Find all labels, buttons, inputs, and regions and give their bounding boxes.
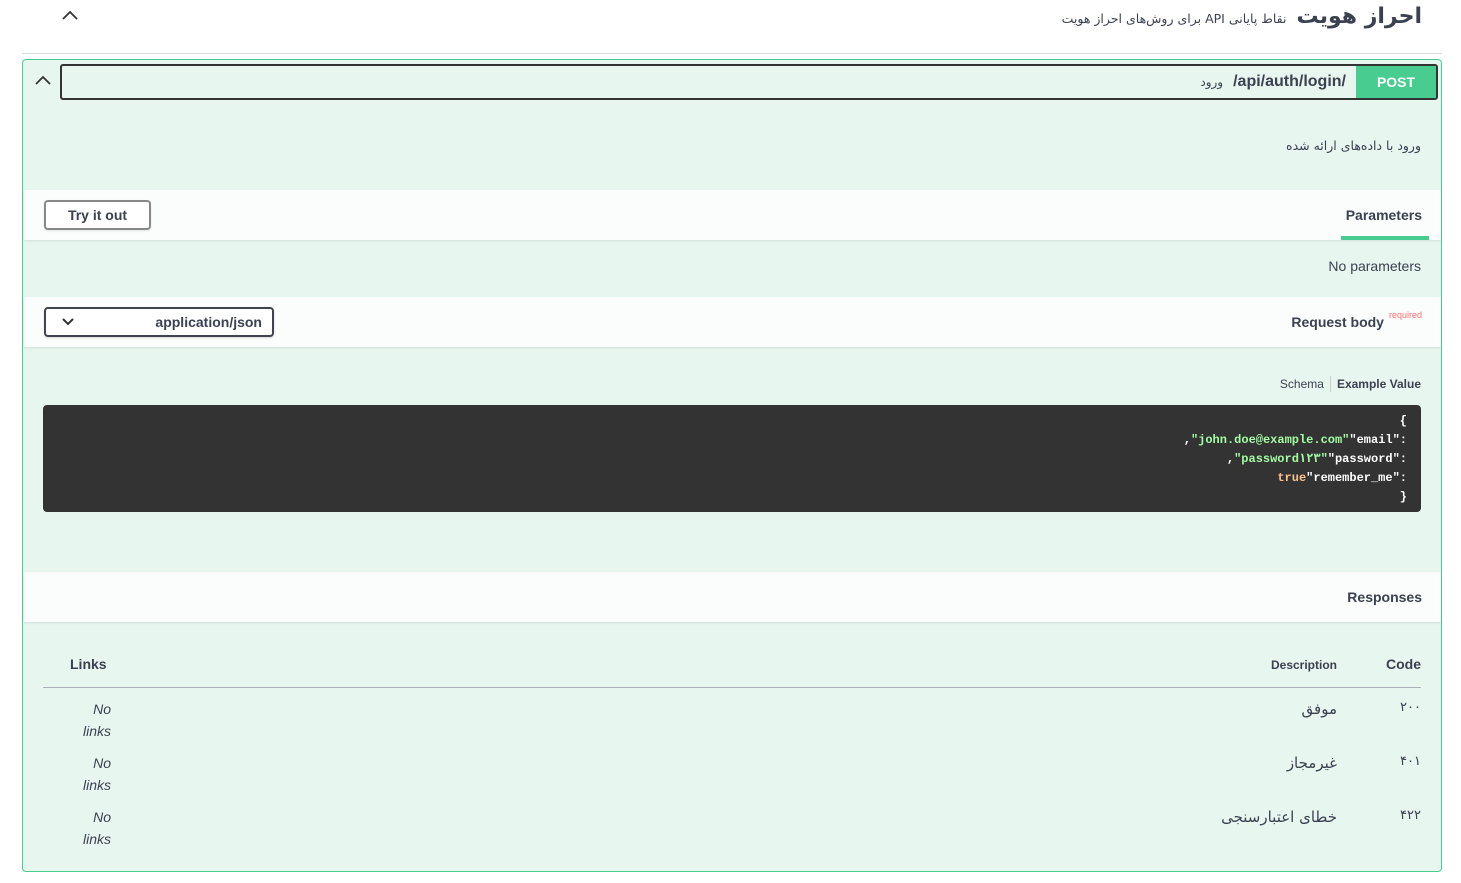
tab-parameters[interactable]: Parameters <box>1346 207 1422 223</box>
try-it-out-button[interactable]: Try it out <box>44 200 151 230</box>
response-description: موفق <box>1301 700 1337 718</box>
code-line: { <box>1399 414 1407 428</box>
tag-collapse-button[interactable] <box>50 4 90 28</box>
operation-description: ورود با داده‌های ارائه شده <box>1286 138 1421 153</box>
response-code: ۴۲۲ <box>1400 808 1421 823</box>
chevron-down-icon <box>62 318 74 326</box>
response-code: ۲۰۰ <box>1400 700 1421 715</box>
parameters-header: Try it out Parameters <box>24 190 1441 240</box>
request-body-title: Request body required <box>1291 310 1422 330</box>
header-description: Description <box>1270 658 1337 672</box>
tag-description: نقاط پایانی API برای روش‌های احراز هویت <box>1061 11 1287 26</box>
tag-header[interactable]: احراز هویت نقاط پایانی API برای روش‌های … <box>22 0 1442 54</box>
chevron-up-icon <box>35 75 51 85</box>
header-links: Links <box>70 656 107 672</box>
method-badge: POST <box>1356 66 1436 98</box>
response-description: غیرمجاز <box>1286 754 1337 772</box>
code-line: true"remember_me": <box>1277 471 1407 485</box>
content-type-select[interactable]: application/json <box>44 307 274 337</box>
table-header: Links Description Code <box>43 650 1421 688</box>
response-links: No links <box>82 755 111 793</box>
response-code: ۴۰۱ <box>1400 754 1421 769</box>
tab-active-indicator <box>1341 236 1429 240</box>
no-parameters-text: No parameters <box>1328 258 1421 274</box>
request-body-header: application/json Request body required <box>24 297 1441 347</box>
model-tabs: Schema Example Value <box>1280 376 1421 392</box>
chevron-up-icon <box>62 10 78 20</box>
table-row: No links موفق ۲۰۰ <box>43 688 1421 742</box>
operation-collapse-button[interactable] <box>25 64 61 98</box>
tab-divider <box>1329 376 1331 392</box>
operation-block: POST /api/auth/login/ ورود ورود با داده‌… <box>22 59 1442 872</box>
table-row: No links غیرمجاز ۴۰۱ <box>43 742 1421 796</box>
tab-schema[interactable]: Schema <box>1280 377 1324 391</box>
header-code: Code <box>1386 656 1421 672</box>
required-badge: required <box>1388 310 1422 320</box>
operation-summary-text: ورود <box>1200 75 1224 89</box>
response-description: خطای اعتبارسنجی <box>1221 808 1337 826</box>
request-body-label: Request body <box>1291 314 1384 330</box>
response-links: No links <box>82 809 111 847</box>
content-type-value: application/json <box>155 314 262 330</box>
responses-header: Responses <box>24 572 1441 622</box>
operation-path: /api/auth/login/ <box>1233 73 1346 90</box>
code-line: } <box>1399 490 1407 504</box>
table-row: No links خطای اعتبارسنجی ۴۲۲ <box>43 796 1421 850</box>
code-line: ,"john.doe@example.com""email": <box>1183 433 1407 447</box>
responses-title: Responses <box>1347 589 1422 605</box>
example-code-block[interactable]: { ,"john.doe@example.com""email": ,"pass… <box>43 405 1421 512</box>
response-links: No links <box>82 701 111 739</box>
tag-name: احراز هویت <box>1296 4 1422 29</box>
tag-title: احراز هویت نقاط پایانی API برای روش‌های … <box>1062 4 1422 29</box>
operation-summary[interactable]: POST /api/auth/login/ ورود <box>60 64 1438 100</box>
responses-table: Links Description Code No links موفق ۲۰۰… <box>43 650 1421 850</box>
tab-example-value[interactable]: Example Value <box>1337 377 1421 391</box>
code-line: ,"password۱۲۳""password": <box>1226 452 1407 466</box>
